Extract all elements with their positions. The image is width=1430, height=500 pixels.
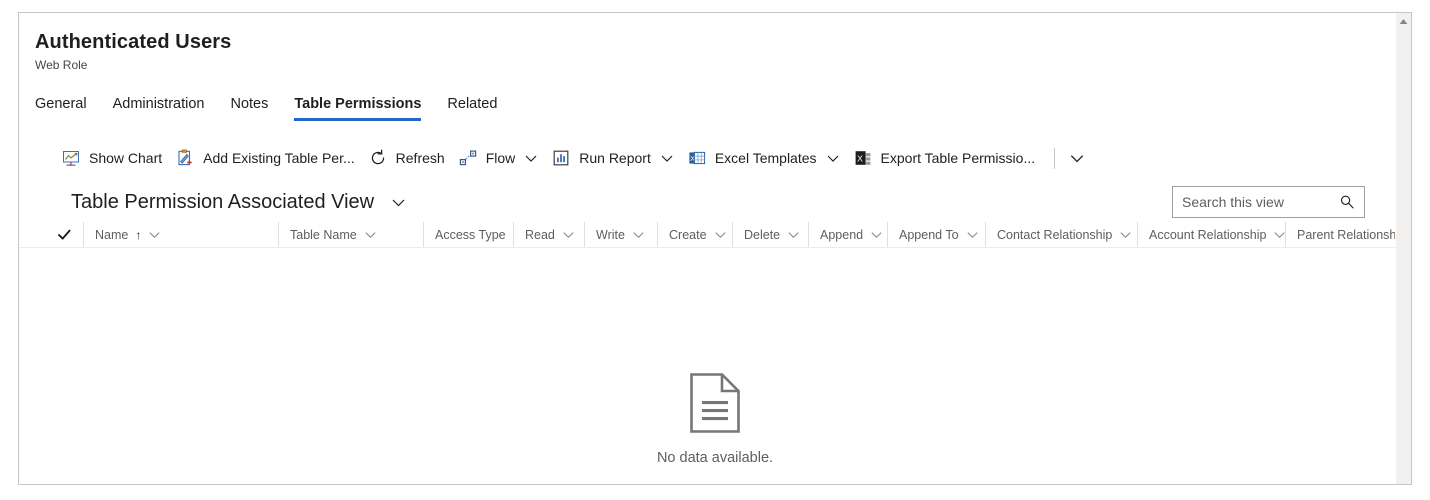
column-header-label: Name — [95, 227, 129, 242]
excel-template-icon: X — [688, 149, 706, 167]
column-menu-chevron-down-icon[interactable] — [632, 228, 645, 241]
scrollbar-caret-up-icon[interactable] — [1396, 13, 1411, 30]
command-label: Show Chart — [89, 150, 163, 166]
command-label: Export Table Permissio... — [880, 150, 1036, 166]
column-header-label: Write — [596, 227, 625, 242]
form-tab-strip: General Administration Notes Table Permissi… — [19, 91, 1411, 121]
sort-ascending-icon: ↑ — [135, 227, 142, 242]
column-header-label: Read — [525, 227, 555, 242]
app-root: Authenticated Users Web Role General Admi… — [0, 0, 1430, 500]
column-header-label: Append To — [899, 227, 959, 242]
column-header-delete[interactable]: Delete — [732, 222, 808, 247]
command-label: Add Existing Table Per... — [203, 150, 355, 166]
column-menu-chevron-down-icon[interactable] — [562, 228, 575, 241]
tab-related[interactable]: Related — [434, 95, 510, 121]
column-header-label: Account Relationship — [1149, 227, 1267, 242]
column-menu-chevron-down-icon[interactable] — [1273, 228, 1285, 241]
record-form-card: Authenticated Users Web Role General Admi… — [18, 12, 1412, 485]
search-icon[interactable] — [1335, 194, 1364, 210]
command-run-report[interactable]: Run Report — [545, 138, 681, 178]
command-label: Run Report — [579, 150, 651, 166]
empty-state: No data available. — [19, 372, 1411, 467]
column-menu-chevron-down-icon[interactable] — [966, 228, 979, 241]
grid-column-headers: Name ↑ Table Name Access Type Read Write Creat… — [19, 222, 1411, 248]
chevron-down-icon[interactable] — [660, 151, 674, 165]
column-header-access-type[interactable]: Access Type — [423, 222, 513, 247]
column-menu-chevron-down-icon[interactable] — [870, 228, 883, 241]
chevron-down-icon[interactable] — [826, 151, 840, 165]
tab-general[interactable]: General — [35, 95, 100, 121]
search-input[interactable] — [1173, 187, 1335, 217]
empty-document-icon — [689, 372, 741, 439]
record-entity-name: Web Role — [35, 58, 88, 72]
tab-notes[interactable]: Notes — [217, 95, 281, 121]
command-refresh[interactable]: Refresh — [362, 138, 452, 178]
chevron-down-icon[interactable] — [524, 151, 538, 165]
command-overflow-chevron-down-icon[interactable] — [1061, 138, 1093, 178]
column-menu-chevron-down-icon[interactable] — [1119, 228, 1132, 241]
command-show-chart[interactable]: Show Chart — [55, 138, 169, 178]
column-header-name[interactable]: Name ↑ — [83, 222, 278, 247]
vertical-scrollbar-thumb[interactable] — [1396, 30, 1411, 120]
column-header-label: Table Name — [290, 227, 357, 242]
flow-icon — [459, 149, 477, 167]
column-header-append-to[interactable]: Append To — [887, 222, 985, 247]
refresh-icon — [369, 149, 387, 167]
command-label: Excel Templates — [714, 150, 817, 166]
run-report-icon — [552, 149, 570, 167]
column-menu-chevron-down-icon[interactable] — [364, 228, 377, 241]
column-header-label: Append — [820, 227, 864, 242]
vertical-scrollbar[interactable] — [1395, 13, 1411, 484]
command-export-table-permissio[interactable]: X Export Table Permissio... — [847, 138, 1043, 178]
view-header-bar: Table Permission Associated View — [19, 182, 1411, 222]
tab-table-permissions[interactable]: Table Permissions — [281, 95, 434, 121]
subgrid-region: Show Chart Add Existing Table Per... Refre… — [19, 135, 1411, 484]
command-add-existing-table-per[interactable]: Add Existing Table Per... — [169, 138, 362, 178]
page-title: Authenticated Users — [35, 31, 232, 53]
add-existing-record-icon — [176, 149, 194, 167]
search-box[interactable] — [1172, 186, 1365, 218]
command-bar-divider — [1054, 147, 1056, 169]
column-menu-chevron-down-icon[interactable] — [787, 228, 800, 241]
column-header-parent-relationship[interactable]: Parent Relationship — [1285, 222, 1411, 247]
tab-administration[interactable]: Administration — [100, 95, 218, 121]
column-header-label: Access Type — [435, 227, 506, 242]
subgrid-command-bar: Show Chart Add Existing Table Per... Refre… — [19, 136, 1411, 180]
command-flow[interactable]: Flow — [452, 138, 546, 178]
command-excel-templates[interactable]: X Excel Templates — [681, 138, 847, 178]
column-header-append[interactable]: Append — [808, 222, 887, 247]
column-menu-chevron-down-icon[interactable] — [148, 228, 161, 241]
column-menu-chevron-down-icon[interactable] — [714, 228, 727, 241]
column-header-read[interactable]: Read — [513, 222, 584, 247]
column-header-write[interactable]: Write — [584, 222, 657, 247]
record-header: Authenticated Users Web Role — [19, 13, 1411, 73]
svg-text:X: X — [857, 153, 863, 163]
command-label: Flow — [485, 150, 516, 166]
column-header-label: Parent Relationship — [1297, 227, 1407, 242]
column-header-label: Create — [669, 227, 707, 242]
export-excel-icon: X — [854, 149, 872, 167]
column-header-table-name[interactable]: Table Name — [278, 222, 423, 247]
column-header-contact-relationship[interactable]: Contact Relationship — [985, 222, 1137, 247]
command-label: Refresh — [395, 150, 445, 166]
column-header-account-relationship[interactable]: Account Relationship — [1137, 222, 1285, 247]
show-chart-icon — [62, 149, 80, 167]
empty-state-message: No data available. — [656, 450, 774, 466]
column-header-create[interactable]: Create — [657, 222, 732, 247]
grid-body: No data available. — [19, 248, 1411, 470]
column-header-label: Delete — [744, 227, 781, 242]
view-title: Table Permission Associated View — [71, 191, 375, 213]
view-selector-chevron-down-icon[interactable] — [390, 194, 407, 211]
column-header-label: Contact Relationship — [997, 227, 1113, 242]
select-all-checkmark-icon[interactable] — [57, 227, 83, 242]
